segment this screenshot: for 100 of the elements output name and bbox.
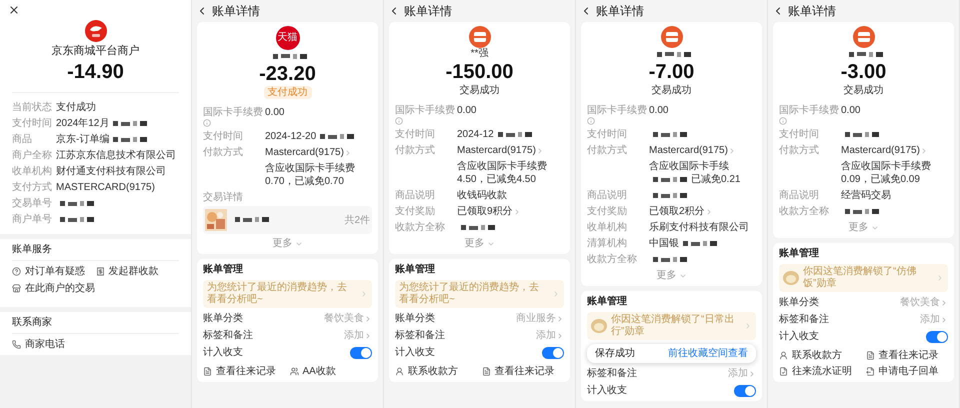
setting-label: 标签和备注 bbox=[587, 367, 637, 380]
action-link[interactable]: 联系收款方 bbox=[395, 365, 478, 378]
banner-text: 你因这笔消费解锁了“仿佛饭”勋章 bbox=[803, 266, 918, 290]
chevron-right-icon bbox=[556, 314, 564, 322]
action-link[interactable]: 申请电子回单 bbox=[866, 365, 948, 378]
action-link[interactable]: 对订单有疑惑 bbox=[12, 265, 96, 278]
toast-link[interactable]: 前往收藏空间查看 bbox=[668, 347, 748, 360]
more-link[interactable]: 更多 bbox=[464, 237, 484, 250]
chevron-right-icon bbox=[940, 316, 948, 324]
field-value: 2024-12 bbox=[457, 128, 494, 141]
fee-note: 已减免0.21 bbox=[691, 173, 740, 186]
field-value: 已领取9积分 bbox=[457, 205, 513, 218]
setting-value-link[interactable]: 添加 bbox=[920, 313, 948, 326]
setting-value-link[interactable]: 餐饮美食 bbox=[324, 312, 372, 325]
status-label: 支付成功 bbox=[264, 86, 312, 99]
tip-banner[interactable]: 你因这笔消费解锁了“仿佛饭”勋章 bbox=[779, 264, 948, 292]
receipt-icon bbox=[96, 267, 104, 276]
more-link[interactable]: 更多 bbox=[848, 221, 868, 234]
chevron-right-icon bbox=[744, 322, 752, 330]
field-label: 商品 bbox=[12, 133, 33, 146]
goods-card[interactable]: 共2件 bbox=[203, 206, 372, 234]
field-label: 商品说明 bbox=[587, 189, 627, 202]
field-value: Mastercard(9175) bbox=[457, 144, 536, 157]
field-label: 支付时间 bbox=[779, 128, 819, 141]
field-label: 当前状态 bbox=[12, 101, 53, 114]
action-link[interactable]: 发起群收款 bbox=[96, 265, 179, 278]
setting-label: 计入收支 bbox=[587, 384, 627, 397]
field-label: 交易详情 bbox=[203, 191, 244, 204]
chevron-right-icon bbox=[364, 332, 372, 340]
chevron-right-icon bbox=[936, 274, 944, 282]
shop-logo-icon bbox=[660, 26, 682, 48]
toggle-switch[interactable] bbox=[350, 346, 372, 358]
field-label: 支付奖励 bbox=[395, 205, 435, 218]
field-label: 收单机构 bbox=[587, 221, 627, 234]
redacted-text bbox=[235, 216, 269, 223]
close-icon[interactable] bbox=[8, 4, 20, 16]
action-link[interactable]: AA收款 bbox=[290, 365, 372, 378]
banner-text: 为您统计了最近的消费趋势，去看看分析吧~ bbox=[399, 282, 540, 306]
document-out-icon bbox=[866, 367, 874, 376]
setting-value-link[interactable]: 添加 bbox=[344, 329, 372, 342]
setting-value-link[interactable]: 添加 bbox=[536, 329, 564, 342]
field-value: 已领取2积分 bbox=[649, 205, 705, 218]
merchant-name: 京东商城平台商户 bbox=[52, 44, 140, 58]
status-label: 交易成功 bbox=[842, 84, 884, 97]
setting-label: 账单分类 bbox=[203, 312, 243, 325]
field-label: 支付时间 bbox=[395, 128, 435, 141]
document-check-icon bbox=[779, 367, 788, 376]
amount: -7.00 bbox=[648, 60, 694, 84]
person-icon bbox=[779, 351, 788, 360]
action-link[interactable]: 查看往来记录 bbox=[866, 349, 948, 362]
field-value: 江苏京东信息技术有限公司 bbox=[56, 149, 176, 162]
field-label: 国际卡手续费 bbox=[395, 104, 455, 117]
fee-note: 含应收国际卡手续费0.70，已减免0.70 bbox=[265, 162, 356, 188]
setting-value-link[interactable]: 餐饮美食 bbox=[900, 296, 948, 309]
amount: -14.90 bbox=[67, 60, 124, 84]
more-link[interactable]: 更多 bbox=[272, 237, 292, 250]
action-link[interactable]: 联系收款方 bbox=[779, 349, 862, 362]
tip-banner[interactable]: 你因这笔消费解锁了“日常出行”勋章 bbox=[587, 312, 756, 340]
field-value: 0.00 bbox=[265, 106, 284, 119]
action-link[interactable]: 在此商户的交易 bbox=[12, 282, 96, 295]
field-label: 国际卡手续费 bbox=[203, 106, 263, 119]
field-value: 乐刷支付科技有限公司 bbox=[649, 221, 749, 234]
setting-value-link[interactable]: 商业服务 bbox=[516, 312, 564, 325]
tip-banner[interactable]: 为您统计了最近的消费趋势，去看看分析吧~ bbox=[203, 280, 372, 308]
status-label: 交易成功 bbox=[650, 84, 692, 97]
action-link[interactable]: 查看往来记录 bbox=[203, 365, 286, 378]
field-value: Mastercard(9175) bbox=[649, 144, 728, 157]
action-link[interactable]: 商家电话 bbox=[12, 338, 96, 351]
setting-label: 计入收支 bbox=[779, 330, 819, 343]
question-circle-icon bbox=[12, 267, 21, 276]
logo-badge: 天猫 bbox=[276, 26, 300, 50]
person-icon bbox=[395, 367, 404, 376]
field-value: 收钱码收款 bbox=[457, 189, 507, 202]
field-value: Mastercard(9175) bbox=[841, 144, 920, 157]
field-label: 收款方全称 bbox=[779, 205, 829, 218]
more-link[interactable]: 更多 bbox=[656, 269, 676, 282]
toggle-switch[interactable] bbox=[542, 346, 564, 358]
toggle-switch[interactable] bbox=[926, 330, 948, 342]
item-count: 共2件 bbox=[344, 214, 370, 226]
field-value: 0.00 bbox=[649, 104, 668, 117]
field-value: 京东-订单编 bbox=[56, 133, 110, 146]
chevron-right-icon bbox=[940, 298, 948, 306]
logo-icon bbox=[84, 20, 106, 42]
page-title: 账单详情 bbox=[788, 3, 836, 20]
field-label: 收单机构 bbox=[12, 165, 53, 178]
field-value: 0.00 bbox=[841, 104, 860, 117]
field-label: 付款方式 bbox=[203, 146, 243, 159]
field-value: 经营码交易 bbox=[841, 189, 891, 202]
setting-label: 标签和备注 bbox=[779, 313, 829, 326]
field-label: 商户单号 bbox=[12, 213, 53, 226]
field-label: 付款方式 bbox=[587, 144, 627, 157]
setting-value-link[interactable]: 添加 bbox=[728, 367, 756, 380]
toggle-switch[interactable] bbox=[734, 384, 756, 396]
field-value: 2024年12月 bbox=[56, 117, 110, 130]
field-label: 交易单号 bbox=[12, 197, 53, 210]
action-link[interactable]: 查看往来记录 bbox=[482, 365, 564, 378]
action-link[interactable]: 往来流水证明 bbox=[779, 365, 862, 378]
field-label: 国际卡手续费 bbox=[587, 104, 647, 117]
status-label: 交易成功 bbox=[458, 84, 500, 97]
tip-banner[interactable]: 为您统计了最近的消费趋势，去看看分析吧~ bbox=[395, 280, 564, 308]
